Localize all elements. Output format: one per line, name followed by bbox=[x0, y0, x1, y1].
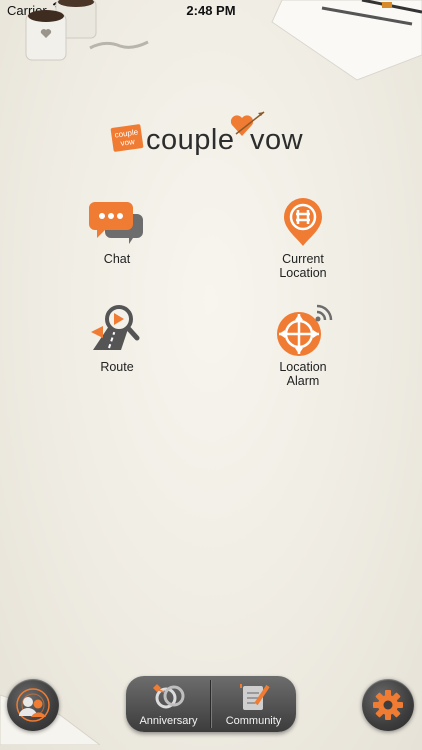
location-alarm-icon bbox=[277, 304, 333, 356]
profile-button[interactable] bbox=[7, 679, 59, 731]
gear-icon bbox=[373, 690, 403, 720]
couple-vow-logo: couple vow couple vow bbox=[110, 110, 312, 166]
chat-button[interactable]: Chat bbox=[62, 200, 172, 266]
chat-bubbles-icon bbox=[89, 202, 143, 244]
logo-badge: couple vow bbox=[110, 124, 144, 152]
location-alarm-label-line2: Alarm bbox=[286, 374, 320, 388]
anniversary-tab[interactable]: Anniversary bbox=[126, 676, 211, 732]
logo-word-right: vow bbox=[250, 124, 304, 156]
settings-button[interactable] bbox=[362, 679, 414, 731]
current-location-label-line1: Current bbox=[282, 252, 324, 266]
logo-word-left: couple bbox=[146, 124, 235, 156]
couple-profile-icon bbox=[16, 688, 50, 722]
community-tab[interactable]: Community bbox=[211, 676, 296, 732]
anniversary-label: Anniversary bbox=[139, 715, 198, 727]
rings-icon bbox=[152, 684, 184, 709]
notebook-pen-icon bbox=[239, 684, 270, 710]
route-label: Route bbox=[100, 360, 134, 374]
location-pin-icon bbox=[284, 198, 322, 246]
location-alarm-button[interactable]: Location Alarm bbox=[248, 304, 358, 388]
paper-and-pen-decoration bbox=[262, 0, 422, 95]
chat-label: Chat bbox=[103, 252, 131, 266]
current-location-label-line2: Location bbox=[279, 266, 327, 280]
route-search-icon bbox=[91, 305, 140, 350]
bottom-tab-bar: Anniversary Community bbox=[126, 676, 296, 732]
community-label: Community bbox=[225, 715, 282, 727]
location-alarm-label-line1: Location bbox=[279, 360, 327, 374]
current-location-button[interactable]: Current Location bbox=[248, 196, 358, 280]
route-button[interactable]: Route bbox=[62, 302, 172, 374]
coffee-cups-decoration bbox=[10, 0, 160, 75]
